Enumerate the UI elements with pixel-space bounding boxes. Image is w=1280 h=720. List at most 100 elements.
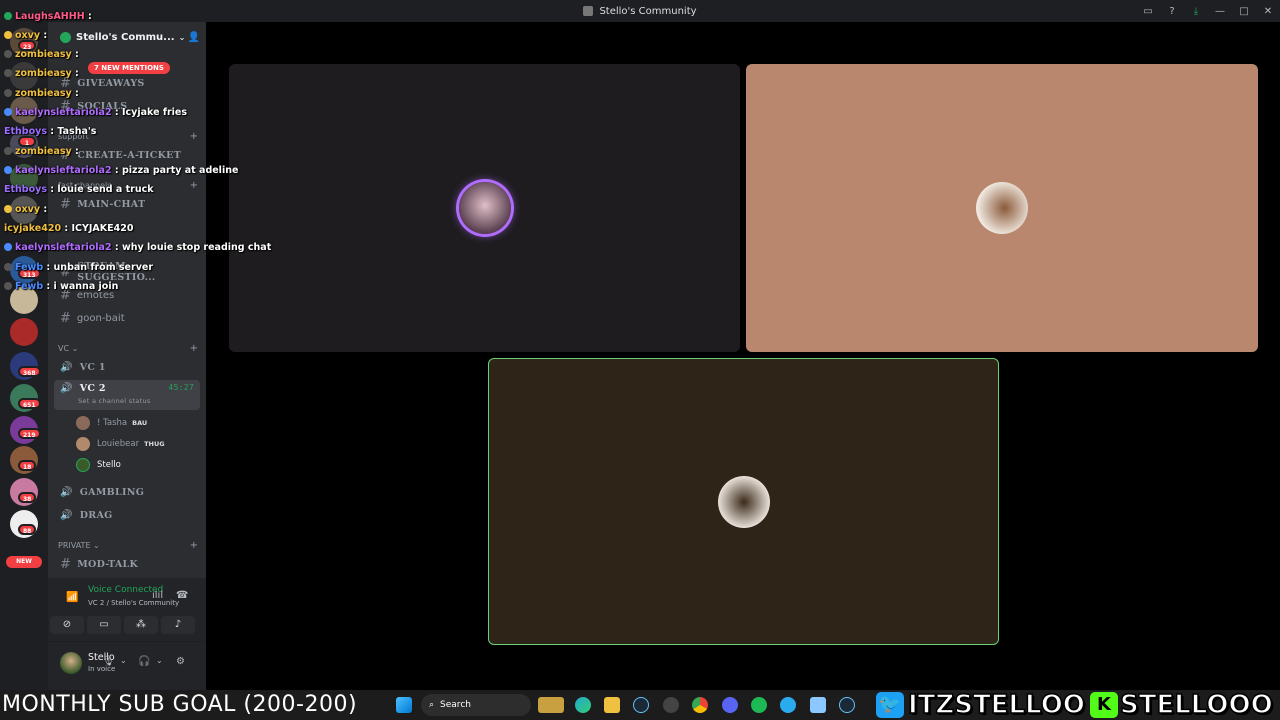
- category-vc[interactable]: VC ⌄ +: [58, 343, 198, 354]
- server-header[interactable]: Stello's Commu... ⌄ 👤: [48, 22, 206, 52]
- add-channel-icon[interactable]: +: [190, 343, 198, 354]
- twitter-icon: 🐦: [876, 692, 904, 718]
- channel-create-a-ticket[interactable]: # CREATE-A-TICKET: [54, 145, 200, 165]
- mention-badge: 219: [18, 428, 41, 439]
- kick-handle: STELLOOO: [1119, 689, 1273, 720]
- inbox-icon[interactable]: ▭: [1136, 6, 1160, 17]
- telegram-icon[interactable]: [780, 697, 796, 713]
- voice-channel-vc2[interactable]: 🔊 VC 2 45:27 Set a channel status: [54, 380, 200, 410]
- discord-taskbar-icon[interactable]: [722, 697, 738, 713]
- user-avatar[interactable]: [60, 652, 82, 674]
- boost-icon: [60, 31, 71, 43]
- channel-socials[interactable]: # SOCIALS: [54, 96, 200, 116]
- screen-share-button[interactable]: ▭: [87, 616, 121, 634]
- speaker-icon: 🔊: [60, 509, 73, 521]
- kick-icon: K: [1090, 692, 1118, 718]
- add-channel-icon[interactable]: +: [190, 180, 198, 191]
- avatar: [76, 416, 90, 430]
- settings-app-icon[interactable]: [663, 697, 679, 713]
- new-badge[interactable]: NEW: [6, 556, 42, 568]
- voice-channel-drag[interactable]: 🔊 DRAG: [54, 505, 200, 525]
- search-icon: ⌕: [429, 700, 435, 710]
- category-private[interactable]: PRIVATE ⌄ +: [58, 540, 198, 551]
- server-icon[interactable]: [10, 164, 38, 192]
- member-tag: THUG: [144, 440, 165, 448]
- chrome-icon[interactable]: [692, 697, 708, 713]
- channel-emotes[interactable]: # emotes: [54, 285, 200, 305]
- maximize-button[interactable]: □: [1232, 6, 1256, 17]
- sub-goal-banner: MONTHLY SUB GOAL (200-200): [2, 692, 358, 717]
- voice-channel-vc1[interactable]: 🔊 VC 1: [54, 357, 200, 377]
- participant-avatar: [458, 182, 511, 234]
- participant-avatar: [976, 182, 1028, 234]
- category-fast-channels[interactable]: fast channels +: [58, 180, 198, 191]
- mention-badge: 18: [18, 460, 37, 471]
- mention-badge: 651: [18, 398, 41, 409]
- call-timer: 45:27: [168, 383, 194, 392]
- notepad-icon[interactable]: [810, 697, 826, 713]
- server-icon[interactable]: [10, 196, 38, 224]
- add-channel-icon[interactable]: +: [190, 131, 198, 142]
- edge-icon[interactable]: [575, 697, 591, 713]
- microphone-icon[interactable]: 🎙: [102, 656, 115, 667]
- camera-off-button[interactable]: ⊘: [50, 616, 84, 634]
- folder-icon[interactable]: [604, 697, 620, 713]
- hash-icon: #: [60, 264, 72, 280]
- chevron-down-icon[interactable]: ⌄: [120, 656, 127, 665]
- channel-status[interactable]: Set a channel status: [78, 397, 151, 405]
- participant-tile[interactable]: [746, 64, 1258, 352]
- disconnect-icon[interactable]: ☎: [176, 590, 188, 601]
- gear-icon[interactable]: ⚙: [176, 656, 185, 667]
- server-icon[interactable]: [10, 96, 38, 124]
- flowers-widget-icon[interactable]: [538, 697, 564, 713]
- channel-stream-suggestions[interactable]: # STREAM-SUGGESTIO...: [54, 261, 200, 283]
- minimize-button[interactable]: —: [1208, 6, 1232, 17]
- hash-icon: #: [60, 75, 72, 91]
- hash-icon: #: [60, 98, 72, 114]
- server-icon[interactable]: [10, 318, 38, 346]
- participant-tile-speaking[interactable]: [488, 358, 999, 645]
- soundboard-button[interactable]: ♪: [161, 616, 195, 634]
- add-member-icon[interactable]: 👤: [188, 32, 200, 43]
- help-icon[interactable]: ?: [1160, 6, 1184, 17]
- voice-channel-gambling[interactable]: 🔊 GAMBLING: [54, 482, 200, 502]
- steam-icon[interactable]: [839, 697, 855, 713]
- voice-location[interactable]: VC 2 / Stello's Community: [88, 599, 179, 607]
- download-icon[interactable]: ⤓: [1184, 6, 1208, 17]
- discord-icon: [583, 6, 594, 16]
- activities-button[interactable]: ⁂: [124, 616, 158, 634]
- member-tag: BAU: [132, 419, 148, 427]
- voice-stage: [206, 22, 1280, 690]
- category-support[interactable]: support +: [58, 131, 198, 142]
- headphones-icon[interactable]: 🎧: [138, 656, 150, 667]
- title-bar: Stello's Community ▭ ? ⤓ — □ ✕: [0, 0, 1280, 22]
- close-button[interactable]: ✕: [1256, 6, 1280, 17]
- voice-member[interactable]: Louiebear THUG: [76, 436, 165, 452]
- chevron-down-icon[interactable]: ⌄: [156, 656, 163, 665]
- mention-badge: 1: [18, 136, 36, 147]
- add-channel-icon[interactable]: +: [190, 540, 198, 551]
- windows-start-icon[interactable]: [396, 697, 412, 713]
- spotify-icon[interactable]: [751, 697, 767, 713]
- channel-mod-talk[interactable]: # MOD-TALK: [54, 554, 200, 574]
- channel-goon-bait[interactable]: # goon-bait: [54, 308, 200, 328]
- participant-tile[interactable]: [229, 64, 740, 352]
- voice-connected-panel: 📶 Voice Connected VC 2 / Stello's Commun…: [48, 578, 206, 642]
- steam-icon[interactable]: [633, 697, 649, 713]
- server-name: Stello's Commu...: [76, 31, 175, 43]
- voice-member[interactable]: Stello: [76, 457, 121, 473]
- taskbar-search[interactable]: ⌕ Search: [421, 694, 531, 716]
- participant-avatar: [717, 475, 770, 528]
- server-icon[interactable]: [10, 62, 38, 90]
- hash-icon: #: [60, 310, 71, 326]
- noise-suppression-icon[interactable]: ılıl: [152, 590, 163, 601]
- signal-icon[interactable]: 📶: [66, 592, 78, 603]
- mention-badge: 23: [18, 40, 37, 51]
- server-icon[interactable]: [10, 286, 38, 314]
- speaker-icon: 🔊: [60, 486, 73, 498]
- window-title: Stello's Community: [599, 5, 697, 17]
- channel-giveaways[interactable]: # GIVEAWAYS: [54, 73, 200, 93]
- chevron-down-icon: ⌄: [178, 32, 186, 42]
- voice-member[interactable]: ! Tasha BAU: [76, 415, 147, 431]
- channel-main-chat[interactable]: # MAIN-CHAT: [54, 194, 200, 214]
